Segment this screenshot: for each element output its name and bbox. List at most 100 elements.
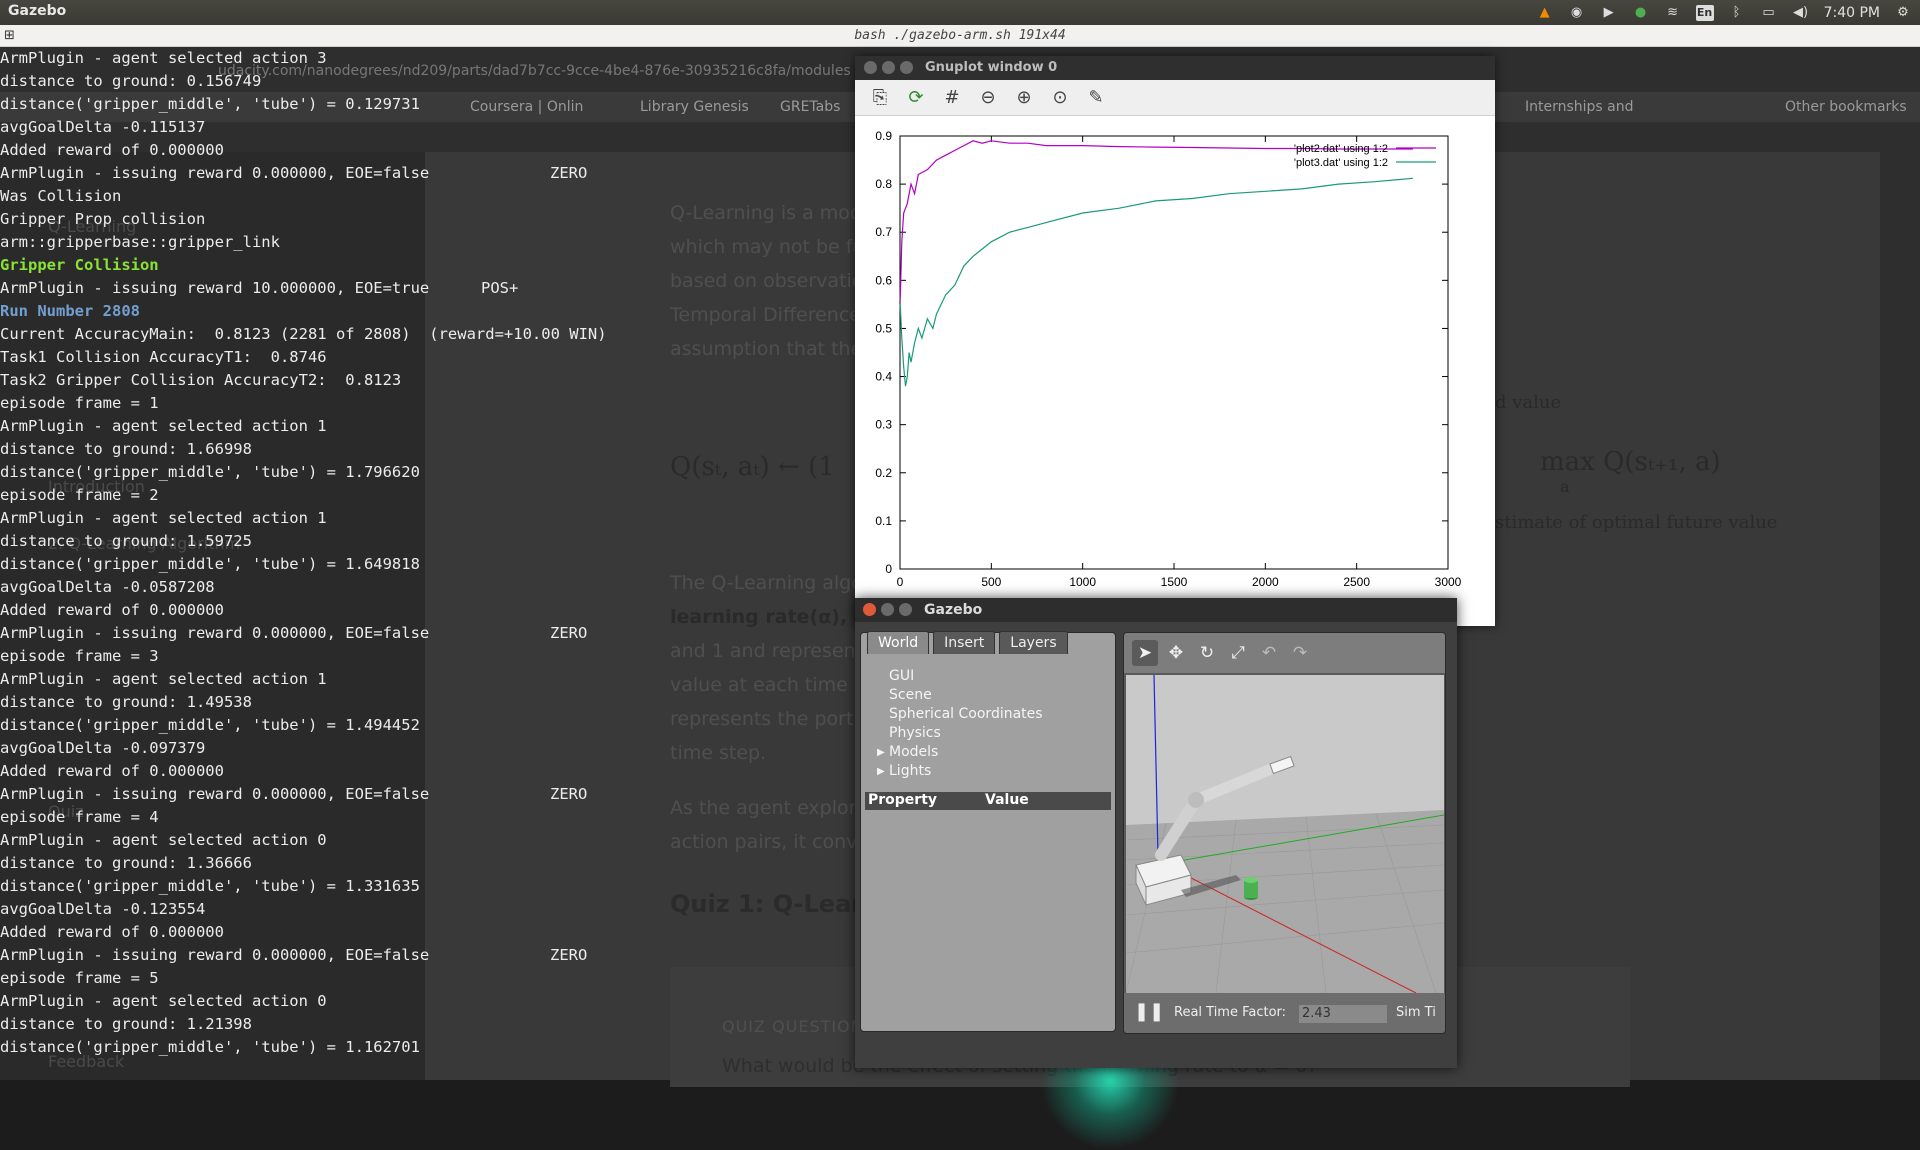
translate-icon[interactable]: ✥ — [1163, 640, 1189, 666]
export-icon[interactable]: ⎘ — [867, 85, 893, 111]
clock[interactable]: 7:40 PM — [1824, 5, 1880, 21]
select-arrow-icon[interactable]: ➤ — [1132, 640, 1158, 666]
tab-layers[interactable]: Layers — [999, 631, 1068, 654]
sim-status-bar: ❚❚ Real Time Factor: 2.43 Sim Ti — [1124, 993, 1445, 1033]
learned-value-label: d value — [1495, 392, 1562, 413]
terminal-line: episode frame = 1 — [0, 394, 159, 412]
tree-item-models-label: Models — [889, 744, 939, 760]
expand-caret-icon[interactable]: ▶ — [877, 762, 885, 781]
tree-item-physics[interactable]: Physics — [889, 724, 1043, 743]
paragraph-line: which may not be fu — [670, 236, 865, 258]
terminal-line: distance to ground: 1.66998 — [0, 440, 252, 458]
close-icon[interactable] — [863, 603, 876, 616]
terminal-line: Was Collision — [0, 187, 122, 205]
accuracy-plot[interactable]: 0 0.1 0.2 0.3 0.4 0.5 0.6 0.7 0.8 0.9 0 500 1000 1500… — [855, 118, 1495, 626]
scale-icon[interactable]: ⤢ — [1225, 640, 1251, 666]
terminal-line: avgGoalDelta -0.115137 — [0, 118, 206, 136]
terminal-line: Added reward of 0.000000 — [0, 762, 224, 780]
terminal-line: Gripper Prop collision — [0, 210, 206, 228]
gnuplot-window[interactable]: Gnuplot window 0 ⎘ ⟳ # ⊖ ⊕ ⊙ ✎ 0 0.1 0.2 0.… — [855, 56, 1495, 626]
paragraph-line: As the agent explor — [670, 797, 857, 819]
battery-icon[interactable]: ▭ — [1760, 5, 1778, 21]
redo-icon[interactable]: ↷ — [1287, 640, 1313, 666]
minimize-icon[interactable] — [882, 61, 895, 74]
zoom-in-icon[interactable]: ⊕ — [1011, 85, 1037, 111]
3d-scene-viewport[interactable] — [1126, 675, 1444, 993]
bookmark-other[interactable]: Other bookmarks — [1785, 99, 1907, 115]
y-tick-label: 0 — [885, 562, 892, 576]
tree-item-gui[interactable]: GUI — [889, 667, 1043, 686]
zoom-fit-icon[interactable]: ⊙ — [1047, 85, 1073, 111]
x-tick-label: 2000 — [1252, 575, 1279, 589]
terminal-titlebar[interactable]: ⊞ bash ./gazebo-arm.sh 191x44 — [0, 25, 1920, 47]
value-column-header: Value — [985, 792, 1029, 808]
terminal-line: ArmPlugin - agent selected action 1 — [0, 417, 327, 435]
undo-icon[interactable]: ↶ — [1256, 640, 1282, 666]
rotate-icon[interactable]: ↻ — [1194, 640, 1220, 666]
x-tick-label: 500 — [981, 575, 1001, 589]
gnuplot-toolbar: ⎘ ⟳ # ⊖ ⊕ ⊙ ✎ — [855, 80, 1495, 116]
terminal-line: Added reward of 0.000000 — [0, 141, 224, 159]
bookmark-internships[interactable]: Internships and — [1525, 99, 1634, 115]
terminal-line: distance('gripper_middle', 'tube') = 0.1… — [0, 95, 420, 113]
terminal-line: distance to ground: 1.59725 — [0, 532, 252, 550]
zoom-out-icon[interactable]: ⊖ — [975, 85, 1001, 111]
x-tick-label: 3000 — [1435, 575, 1462, 589]
y-tick-label: 0.8 — [875, 177, 892, 191]
replot-icon[interactable]: ⟳ — [903, 85, 929, 111]
expand-caret-icon[interactable]: ▶ — [877, 743, 885, 762]
terminal-output[interactable]: ArmPlugin - agent selected action 3 dista… — [0, 47, 670, 1059]
pause-icon[interactable]: ❚❚ — [1134, 1001, 1164, 1022]
bookmark-gretabs[interactable]: GRETabs — [780, 99, 840, 115]
paragraph-line: assumption that the — [670, 338, 863, 360]
gnuplot-titlebar[interactable]: Gnuplot window 0 — [855, 56, 1495, 80]
tree-item-lights[interactable]: ▶ Lights — [877, 762, 1043, 781]
reward-tag: ZERO — [550, 624, 588, 642]
active-app-title: Gazebo — [8, 3, 67, 19]
tree-item-scene[interactable]: Scene — [889, 686, 1043, 705]
y-tick-label: 0.6 — [875, 273, 892, 287]
paragraph-line: action pairs, it conv — [670, 831, 858, 853]
vlc-icon[interactable]: ▲ — [1536, 5, 1554, 21]
terminal-line: distance('gripper_middle', 'tube') = 1.7… — [0, 463, 420, 481]
x-tick-label: 1500 — [1161, 575, 1188, 589]
quiz-label: QUIZ QUESTION — [722, 1017, 864, 1036]
terminal-line: arm::gripperbase::gripper_link — [0, 233, 280, 251]
tree-item-spherical-coordinates[interactable]: Spherical Coordinates — [889, 705, 1043, 724]
chrome-icon[interactable]: ● — [1632, 5, 1650, 21]
minimize-icon[interactable] — [881, 603, 894, 616]
camera-icon[interactable]: ▶ — [1600, 5, 1618, 21]
reward-tag: POS+ — [481, 279, 519, 297]
grid-icon[interactable]: # — [939, 85, 965, 111]
world-panel: World Insert Layers GUI Scene Spherical … — [860, 631, 1116, 1032]
bluetooth-icon[interactable]: ᛒ — [1728, 5, 1746, 21]
volume-icon[interactable]: ◀) — [1792, 5, 1810, 21]
tree-item-models[interactable]: ▶ Models — [877, 743, 1043, 762]
wifi-icon[interactable]: ≋ — [1664, 5, 1682, 21]
location-icon[interactable]: ◉ — [1568, 5, 1586, 21]
reward-tag: ZERO — [550, 785, 588, 803]
config-wrench-icon[interactable]: ✎ — [1083, 85, 1109, 111]
maximize-icon[interactable] — [900, 61, 913, 74]
paragraph-line: Q-Learning is a mod — [670, 202, 862, 224]
real-time-factor-value: 2.43 — [1299, 1005, 1387, 1023]
y-tick-label: 0.2 — [875, 466, 892, 480]
maximize-icon[interactable] — [899, 603, 912, 616]
gazebo-titlebar[interactable]: Gazebo — [855, 598, 1457, 622]
terminal-line: ArmPlugin - agent selected action 1 — [0, 509, 327, 527]
render-panel[interactable]: ➤ ✥ ↻ ⤢ ↶ ↷ ❚❚ Real Time Factor: 2.43 Si… — [1123, 632, 1446, 1034]
settings-gear-icon[interactable]: ⚙ — [1894, 5, 1912, 21]
optimal-value-label: stimate of optimal future value — [1495, 512, 1778, 533]
x-tick-label: 0 — [897, 575, 904, 589]
tab-insert[interactable]: Insert — [933, 631, 996, 654]
gnuplot-title: Gnuplot window 0 — [925, 60, 1058, 75]
close-icon[interactable] — [864, 61, 877, 74]
terminal-line: distance to ground: 1.49538 — [0, 693, 252, 711]
terminal-line: Added reward of 0.000000 — [0, 601, 224, 619]
paragraph-line: based on observatio — [670, 270, 864, 292]
gazebo-window[interactable]: Gazebo World Insert Layers GUI Scene Sph… — [855, 598, 1457, 1068]
reward-tag: ZERO — [550, 946, 588, 964]
tab-world[interactable]: World — [867, 631, 930, 654]
keyboard-layout[interactable]: En — [1695, 4, 1714, 21]
paragraph-line: represents the port — [670, 708, 854, 730]
